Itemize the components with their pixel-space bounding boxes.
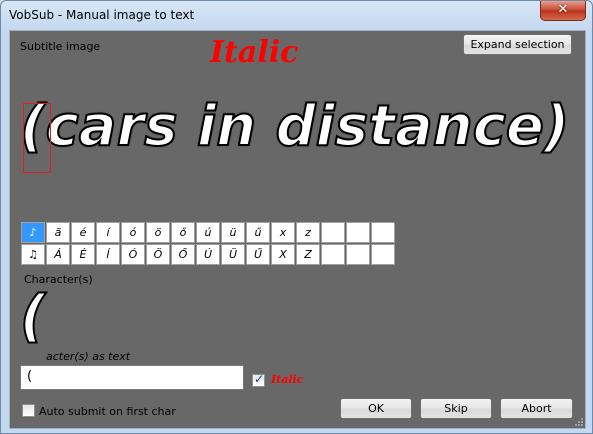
subtitle-image-label: Subtitle image (20, 40, 101, 53)
char-cell[interactable] (321, 244, 345, 265)
char-cell[interactable]: É (71, 244, 95, 265)
char-cell[interactable]: Ő (171, 244, 195, 265)
char-cell[interactable]: z (296, 222, 320, 243)
char-cell[interactable]: ó (121, 222, 145, 243)
characters-as-text-label: acter(s) as text (46, 350, 131, 363)
char-cell[interactable]: é (71, 222, 95, 243)
char-cell[interactable]: ő (171, 222, 195, 243)
check-icon: ✓ (254, 372, 265, 386)
char-cell[interactable]: ü (221, 222, 245, 243)
abort-button[interactable]: Abort (500, 398, 573, 419)
char-cell[interactable]: í (96, 222, 120, 243)
char-cell[interactable] (346, 244, 370, 265)
char-cell[interactable]: Ű (246, 244, 270, 265)
char-cell[interactable] (371, 244, 395, 265)
char-cell[interactable]: Z (296, 244, 320, 265)
subtitle-image: (cars in distance) (19, 94, 570, 159)
dialog-client-area: Subtitle image Italic Expand selection (… (9, 30, 586, 429)
character-preview: ( (19, 284, 47, 349)
selection-rectangle (23, 103, 51, 173)
char-cell[interactable]: Ú (196, 244, 220, 265)
italic-checkbox[interactable]: ✓ (252, 372, 265, 387)
char-cell[interactable]: Á (46, 244, 70, 265)
skip-button[interactable]: Skip (420, 398, 492, 419)
char-cell[interactable]: Í (96, 244, 120, 265)
title-bar[interactable]: VobSub - Manual image to text ✕ (1, 1, 592, 29)
char-cell[interactable]: ú (196, 222, 220, 243)
char-cell[interactable] (371, 222, 395, 243)
char-cell[interactable] (321, 222, 345, 243)
auto-submit-label[interactable]: Auto submit on first char (39, 405, 176, 418)
close-button[interactable]: ✕ (540, 1, 586, 21)
italic-checkbox-label[interactable]: Italic (271, 373, 303, 386)
characters-text-input[interactable]: ( (20, 365, 244, 390)
char-cell[interactable]: X (271, 244, 295, 265)
italic-indicator: Italic (210, 35, 299, 70)
window-title: VobSub - Manual image to text (9, 8, 195, 22)
char-cell[interactable]: Ó (121, 244, 145, 265)
close-icon: ✕ (557, 2, 569, 17)
char-cell[interactable]: x (271, 222, 295, 243)
char-cell[interactable]: Ö (146, 244, 170, 265)
dialog-window: VobSub - Manual image to text ✕ Subtitle… (0, 0, 593, 434)
char-cell[interactable]: ű (246, 222, 270, 243)
char-cell[interactable]: ♪ (21, 222, 45, 243)
auto-submit-checkbox[interactable] (22, 404, 35, 417)
char-cell[interactable]: Ü (221, 244, 245, 265)
char-cell[interactable]: ã (46, 222, 70, 243)
expand-selection-button[interactable]: Expand selection (463, 34, 572, 55)
ok-button[interactable]: OK (340, 398, 412, 419)
char-cell[interactable] (346, 222, 370, 243)
resize-grip[interactable] (573, 416, 583, 426)
char-cell[interactable]: ♫ (21, 244, 45, 265)
char-cell[interactable]: ö (146, 222, 170, 243)
